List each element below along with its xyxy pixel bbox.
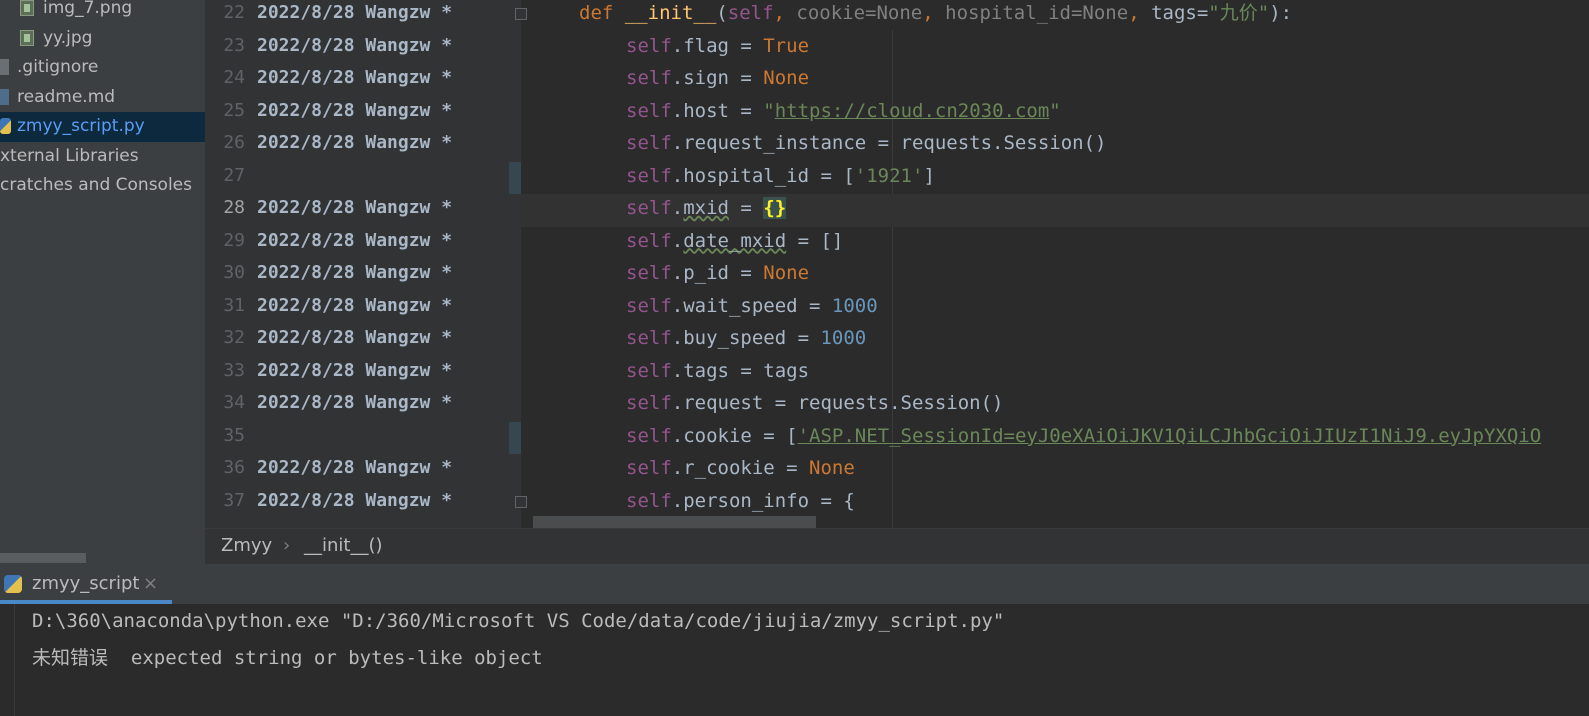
gutter-line: 27	[205, 161, 521, 195]
markdown-file-icon	[0, 89, 9, 105]
image-file-icon	[20, 30, 34, 46]
tree-item-external-libraries[interactable]: xternal Libraries	[0, 142, 205, 172]
matched-brace: {}	[763, 197, 787, 219]
tree-item-label: zmyy_script.py	[17, 116, 145, 136]
run-panel: zmyy_script × D:\360\anaconda\python.exe…	[0, 564, 1589, 716]
gutter-line: 33 2022/8/28 Wangzw *	[223, 359, 453, 381]
gutter-line: 23 2022/8/28 Wangzw *	[223, 34, 453, 56]
python-file-icon	[0, 118, 11, 134]
gutter-line: 24 2022/8/28 Wangzw *	[223, 67, 453, 88]
code-line-27[interactable]: self.hospital_id = ['1921']	[521, 162, 1589, 195]
breadcrumb: Zmyy › __init__()	[205, 528, 1589, 565]
run-tab-bar: zmyy_script ×	[0, 564, 1589, 604]
breadcrumb-method[interactable]: __init__()	[304, 535, 383, 556]
error-label: 未知错误	[32, 647, 109, 669]
tree-item-gitignore[interactable]: .gitignore	[0, 53, 205, 83]
code-area[interactable]: def __init__(self, cookie=None, hospital…	[521, 0, 1589, 528]
code-line-28[interactable]: self.mxid = {}	[521, 194, 1589, 227]
code-line-22[interactable]: def __init__(self, cookie=None, hospital…	[521, 0, 1589, 32]
gutter-line: 28 2022/8/28 Wangzw *	[223, 197, 453, 218]
run-tab-zmyy-script[interactable]: zmyy_script ×	[0, 564, 172, 604]
ignore-file-icon	[0, 59, 9, 75]
console-output[interactable]: D:\360\anaconda\python.exe "D:/360/Micro…	[14, 604, 1589, 716]
code-line-33[interactable]: self.tags = tags	[521, 357, 1589, 390]
tree-item-label: .gitignore	[17, 57, 99, 77]
console-command-line: D:\360\anaconda\python.exe "D:/360/Micro…	[32, 610, 1005, 632]
code-line-36[interactable]: self.r_cookie = None	[521, 454, 1589, 487]
gutter-line: 26 2022/8/28 Wangzw *	[223, 132, 453, 153]
image-file-icon	[20, 0, 34, 16]
code-line-24[interactable]: self.sign = None	[521, 64, 1589, 97]
code-editor[interactable]: 22 2022/8/28 Wangzw * 23 2022/8/28 Wangzw …	[205, 0, 1589, 528]
run-tab-label: zmyy_script	[32, 573, 140, 594]
code-line-29[interactable]: self.date_mxid = []	[521, 227, 1589, 260]
tree-horizontal-scrollbar[interactable]	[0, 553, 86, 563]
tree-item-label: readme.md	[17, 87, 116, 107]
code-line-26[interactable]: self.request_instance = requests.Session…	[521, 129, 1589, 162]
tree-item-scratches-consoles[interactable]: cratches and Consoles	[0, 171, 205, 201]
gutter-line: 32 2022/8/28 Wangzw *	[223, 327, 453, 348]
code-line-32[interactable]: self.buy_speed = 1000	[521, 324, 1589, 357]
tree-item-zmyy-script-py[interactable]: zmyy_script.py	[0, 112, 205, 142]
editor-horizontal-scrollbar[interactable]	[533, 516, 816, 528]
code-line-37[interactable]: self.person_info = {	[521, 487, 1589, 520]
tree-item-label: xternal Libraries	[0, 146, 139, 166]
gutter-line: 34 2022/8/28 Wangzw *	[223, 392, 453, 413]
host-url-link[interactable]: https://cloud.cn2030.com	[775, 100, 1050, 122]
code-line-25[interactable]: self.host = "https://cloud.cn2030.com"	[521, 97, 1589, 130]
tree-item-img-7-png[interactable]: img_7.png	[0, 0, 205, 24]
close-icon[interactable]: ×	[143, 573, 158, 594]
annotation-gutter: 22 2022/8/28 Wangzw * 23 2022/8/28 Wangzw …	[205, 0, 527, 528]
python-icon	[4, 575, 22, 593]
tree-item-label: cratches and Consoles	[0, 175, 192, 195]
gutter-line: 25 2022/8/28 Wangzw *	[223, 99, 453, 121]
tree-item-label: img_7.png	[43, 0, 133, 18]
project-tree: img_7.png yy.jpg .gitignore readme.md zm…	[0, 0, 205, 570]
console-error-line: 未知错误 expected string or bytes-like objec…	[32, 643, 543, 670]
code-line-35[interactable]: self.cookie = ['ASP.NET_SessionId=eyJ0eX…	[521, 422, 1589, 455]
error-message: expected string or bytes-like object	[130, 647, 543, 669]
code-line-34[interactable]: self.request = requests.Session()	[521, 389, 1589, 422]
gutter-line: 35	[205, 421, 521, 455]
tree-item-yy-jpg[interactable]: yy.jpg	[0, 24, 205, 54]
change-marker[interactable]	[509, 421, 521, 454]
gutter-line: 22 2022/8/28 Wangzw *	[223, 2, 453, 23]
tree-item-label: yy.jpg	[43, 28, 93, 48]
breadcrumb-class[interactable]: Zmyy	[221, 535, 272, 556]
gutter-line: 37 2022/8/28 Wangzw *	[223, 489, 453, 511]
gutter-line: 30 2022/8/28 Wangzw *	[223, 262, 453, 283]
gutter-line: 29 2022/8/28 Wangzw *	[223, 229, 453, 251]
tree-item-readme-md[interactable]: readme.md	[0, 83, 205, 113]
code-line-23[interactable]: self.flag = True	[521, 32, 1589, 65]
gutter-line: 36 2022/8/28 Wangzw *	[223, 457, 453, 478]
gutter-line: 31 2022/8/28 Wangzw *	[223, 294, 453, 316]
breadcrumb-separator-icon: ›	[283, 535, 291, 556]
code-line-30[interactable]: self.p_id = None	[521, 259, 1589, 292]
code-line-31[interactable]: self.wait_speed = 1000	[521, 292, 1589, 325]
change-marker[interactable]	[509, 161, 521, 194]
